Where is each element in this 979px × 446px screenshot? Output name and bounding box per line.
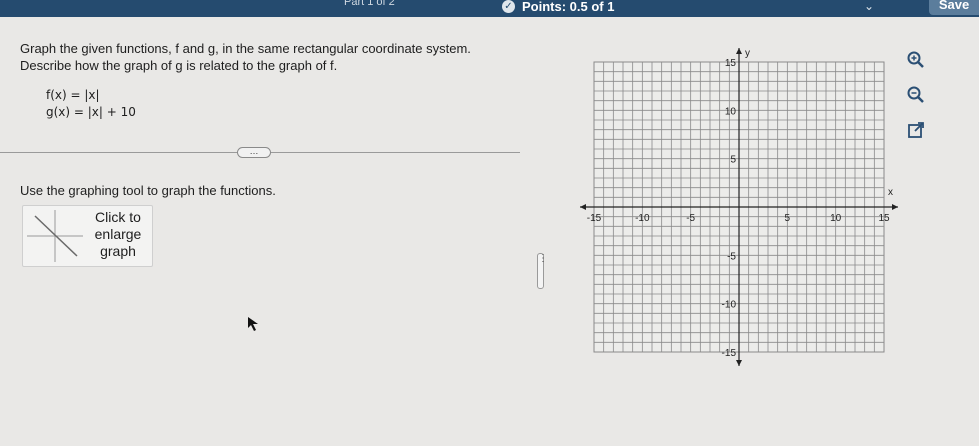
function-definitions: f(x) = |x| g(x) = |x| + 10 <box>46 87 136 121</box>
x-tick-label: 10 <box>830 213 842 224</box>
enlarge-label: Click to enlarge graph <box>87 209 149 260</box>
chevron-down-icon[interactable]: ⌄ <box>864 0 874 13</box>
panel-splitter-handle[interactable]: ⋮ <box>537 253 548 289</box>
enlarge-label-line-3: graph <box>100 243 136 259</box>
zoom-in-icon <box>907 51 924 68</box>
x-tick-label: -10 <box>635 213 650 224</box>
mouse-cursor-icon <box>248 317 258 331</box>
top-bar: Part 1 of 2 ✓ Points: 0.5 of 1 ⌄ Save <box>0 0 979 17</box>
x-tick-label: 5 <box>785 213 791 224</box>
y-axis-arrow-up <box>736 48 742 54</box>
instruction-text: Use the graphing tool to graph the funct… <box>20 183 276 198</box>
zoom-in-button[interactable] <box>906 50 926 70</box>
points-display: Points: 0.5 of 1 <box>522 0 615 14</box>
zoom-out-button[interactable] <box>906 85 926 105</box>
x-tick-label: -5 <box>686 213 695 224</box>
question-line-1: Graph the given functions, f and g, in t… <box>20 41 471 56</box>
x-axis-label: x <box>888 187 893 198</box>
function-g: g(x) = |x| + 10 <box>46 105 136 119</box>
enlarge-label-line-2: enlarge <box>94 226 142 242</box>
x-axis-arrow-left <box>580 204 586 210</box>
y-tick-label: 15 <box>725 58 737 69</box>
x-tick-label: -15 <box>587 213 602 224</box>
y-axis-label: y <box>745 48 750 59</box>
popout-button[interactable] <box>906 120 926 140</box>
points-status-icon: ✓ <box>502 0 515 13</box>
external-link-icon <box>908 122 924 138</box>
save-button[interactable]: Save <box>929 0 979 15</box>
y-tick-label: -10 <box>722 300 737 311</box>
more-button[interactable]: … <box>237 147 271 158</box>
enlarge-graph-button[interactable]: Click to enlarge graph <box>22 205 153 267</box>
enlarge-label-line-1: Click to <box>95 209 141 225</box>
y-axis-arrow-down <box>736 360 742 366</box>
y-tick-label: -15 <box>722 348 737 359</box>
question-line-2: Describe how the graph of g is related t… <box>20 58 338 73</box>
function-f: f(x) = |x| <box>46 88 100 102</box>
question-text: Graph the given functions, f and g, in t… <box>20 40 471 74</box>
y-tick-label: -5 <box>727 251 736 262</box>
y-tick-label: 5 <box>730 155 736 166</box>
zoom-out-icon <box>907 86 924 103</box>
x-tick-label: 15 <box>878 213 890 224</box>
y-tick-label: 10 <box>725 106 737 117</box>
coordinate-graph[interactable]: x y -15 -10 -5 5 10 15 15 10 5 -5 -10 -15 <box>566 44 906 374</box>
x-axis-arrow-right <box>892 204 898 210</box>
part-indicator: Part 1 of 2 <box>344 0 395 8</box>
mini-graph-icon <box>27 210 83 262</box>
